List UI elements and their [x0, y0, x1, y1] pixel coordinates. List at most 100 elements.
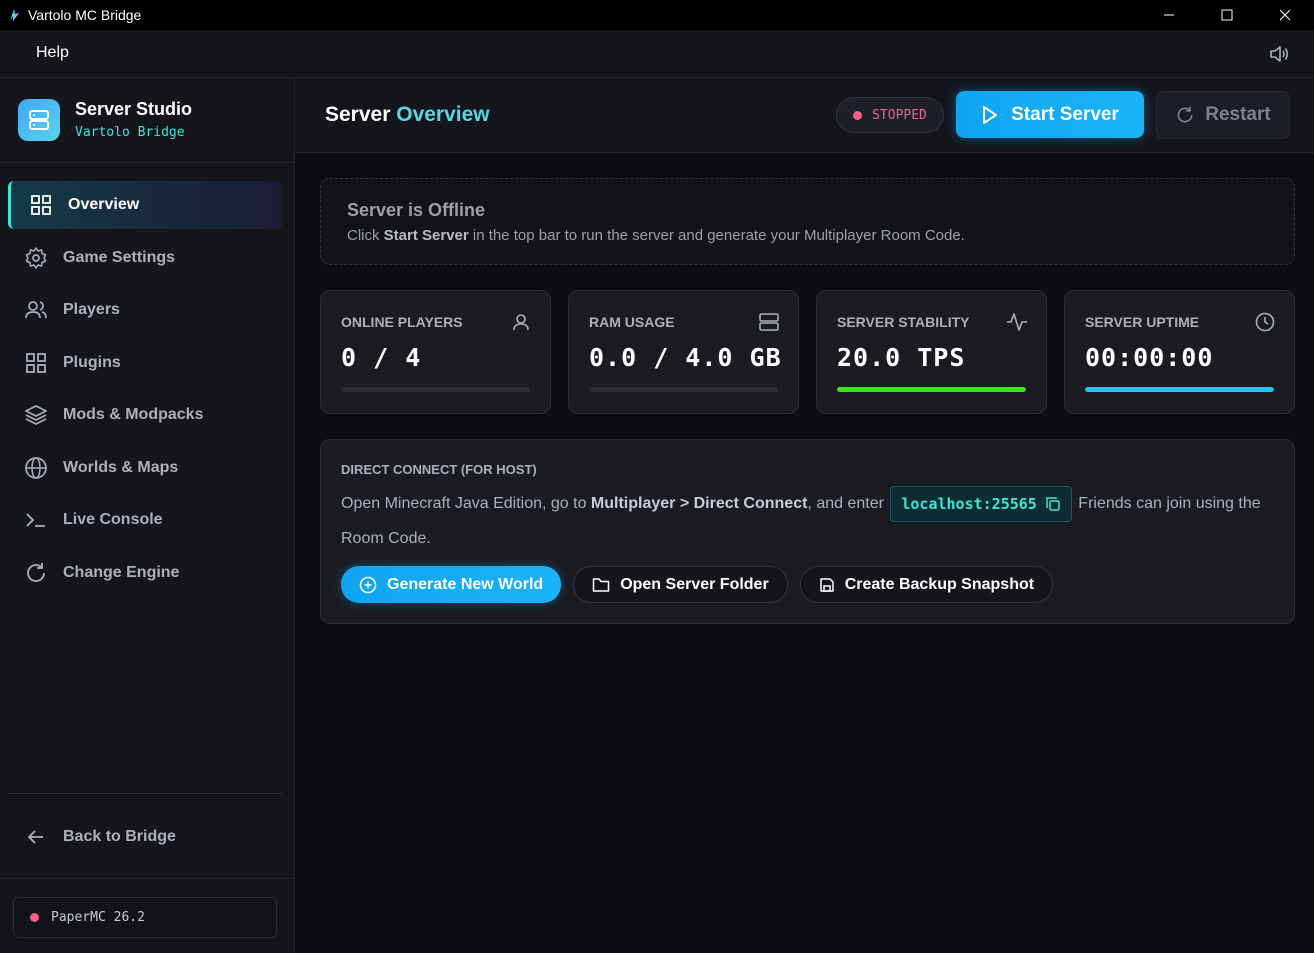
- stat-progress-bar: [837, 387, 1026, 392]
- sidebar: Server Studio Vartolo Bridge Overview Ga…: [0, 78, 295, 953]
- server-icon: [758, 311, 780, 333]
- offline-notice: Server is Offline Click Start Server in …: [320, 178, 1295, 265]
- sidebar-item-label: Change Engine: [63, 563, 180, 581]
- stats-row: ONLINE PLAYERS 0 / 4 RAM USAGE 0.0 / 4.0…: [320, 290, 1295, 414]
- server-address-chip[interactable]: localhost:25565: [890, 486, 1072, 522]
- stat-value: 0 / 4: [341, 343, 422, 372]
- terminal-icon: [24, 508, 48, 532]
- stat-label: ONLINE PLAYERS: [341, 314, 463, 330]
- user-icon: [510, 311, 532, 333]
- brand-header: Server Studio Vartolo Bridge: [0, 78, 294, 163]
- sidebar-item-game-settings[interactable]: Game Settings: [8, 234, 282, 282]
- volume-icon[interactable]: [1268, 44, 1290, 64]
- stat-progress-bar: [1085, 387, 1274, 392]
- sidebar-item-mods[interactable]: Mods & Modpacks: [8, 391, 282, 439]
- direct-connect-panel: DIRECT CONNECT (FOR HOST) Open Minecraft…: [320, 439, 1295, 624]
- copy-icon[interactable]: [1045, 496, 1061, 512]
- plus-circle-icon: [359, 576, 377, 594]
- sidebar-item-label: Plugins: [63, 353, 121, 371]
- start-server-button[interactable]: Start Server: [956, 91, 1144, 138]
- stat-value: 00:00:00: [1085, 343, 1214, 372]
- sidebar-divider: [8, 793, 282, 794]
- server-logo-icon: [18, 99, 60, 141]
- restart-button[interactable]: Restart: [1156, 91, 1290, 139]
- globe-icon: [24, 456, 48, 480]
- folder-icon: [592, 577, 610, 593]
- save-icon: [819, 577, 835, 593]
- minimize-icon: [1164, 14, 1174, 16]
- arrow-left-icon: [24, 825, 48, 849]
- maximize-button[interactable]: [1198, 0, 1256, 30]
- direct-text-bold: Multiplayer > Direct Connect: [590, 495, 808, 513]
- stat-label: RAM USAGE: [589, 314, 675, 330]
- engine-status-dot: [30, 913, 39, 922]
- status-dot: [853, 110, 863, 120]
- stat-progress-bar: [589, 387, 778, 392]
- sidebar-item-label: Worlds & Maps: [63, 458, 179, 476]
- engine-footer: PaperMC 26.2: [0, 878, 294, 953]
- direct-connect-text: Open Minecraft Java Edition, go to Multi…: [341, 486, 1271, 555]
- back-label: Back to Bridge: [63, 828, 176, 845]
- direct-text-2: , and enter: [807, 495, 884, 513]
- layers-icon: [24, 403, 48, 427]
- create-backup-button[interactable]: Create Backup Snapshot: [799, 566, 1054, 603]
- back-to-bridge-button[interactable]: Back to Bridge: [8, 813, 282, 861]
- engine-badge[interactable]: PaperMC 26.2: [13, 897, 277, 938]
- offline-desc-bold: Start Server: [383, 227, 469, 244]
- sidebar-item-players[interactable]: Players: [8, 286, 282, 334]
- open-folder-button[interactable]: Open Server Folder: [573, 566, 788, 603]
- generate-world-button[interactable]: Generate New World: [341, 566, 562, 603]
- grid-icon: [24, 351, 48, 375]
- direct-text-1: Open Minecraft Java Edition, go to: [341, 495, 587, 513]
- start-server-label: Start Server: [1011, 103, 1119, 125]
- close-button[interactable]: [1256, 0, 1314, 30]
- sidebar-item-plugins[interactable]: Plugins: [8, 339, 282, 387]
- offline-desc-after: in the top bar to run the server and gen…: [472, 227, 965, 244]
- page-title: Server Overview: [325, 103, 490, 127]
- sidebar-item-label: Mods & Modpacks: [63, 406, 204, 423]
- status-badge: STOPPED: [836, 97, 944, 133]
- sidebar-item-change-engine[interactable]: Change Engine: [8, 549, 282, 597]
- stat-value: 0.0 / 4.0 GB: [589, 343, 782, 372]
- open-folder-label: Open Server Folder: [620, 575, 769, 593]
- app-logo-icon: [6, 7, 22, 23]
- refresh-icon: [1175, 105, 1195, 125]
- sidebar-item-overview[interactable]: Overview: [8, 181, 282, 229]
- users-icon: [24, 298, 48, 322]
- stat-label: SERVER STABILITY: [837, 314, 970, 330]
- activity-icon: [1006, 311, 1028, 333]
- create-backup-label: Create Backup Snapshot: [844, 575, 1035, 593]
- status-text: STOPPED: [872, 107, 927, 123]
- stat-card-online-players: ONLINE PLAYERS 0 / 4: [320, 290, 551, 414]
- sidebar-item-label: Players: [63, 301, 120, 318]
- sidebar-nav: Overview Game Settings Players Plugins M…: [8, 181, 282, 601]
- offline-desc-before: Click: [347, 227, 380, 244]
- generate-world-label: Generate New World: [387, 575, 544, 593]
- page-title-prefix: Server: [325, 103, 391, 126]
- offline-title: Server is Offline: [347, 200, 486, 220]
- sidebar-item-worlds[interactable]: Worlds & Maps: [8, 444, 282, 492]
- gear-icon: [24, 246, 48, 270]
- stat-progress-bar: [341, 387, 530, 392]
- grid-icon: [29, 193, 53, 217]
- sidebar-item-label: Overview: [68, 196, 140, 213]
- page-header: Server Overview STOPPED Start Server Res…: [295, 78, 1314, 153]
- page-title-accent: Overview: [396, 103, 490, 126]
- stat-progress-fill: [1085, 387, 1274, 392]
- sidebar-item-label: Live Console: [63, 511, 163, 528]
- stat-card-server-stability: SERVER STABILITY 20.0 TPS: [816, 290, 1047, 414]
- offline-description: Click Start Server in the top bar to run…: [347, 227, 965, 244]
- stat-progress-fill: [837, 387, 1026, 392]
- close-icon: [1279, 9, 1291, 21]
- window-titlebar: Vartolo MC Bridge: [0, 0, 1314, 30]
- menu-help[interactable]: Help: [36, 44, 69, 62]
- maximize-icon: [1221, 9, 1233, 21]
- stat-label: SERVER UPTIME: [1085, 314, 1200, 330]
- stat-card-server-uptime: SERVER UPTIME 00:00:00: [1064, 290, 1295, 414]
- sidebar-item-console[interactable]: Live Console: [8, 496, 282, 544]
- menu-bar: Help: [0, 30, 1314, 78]
- brand-title: Server Studio: [75, 99, 193, 119]
- direct-connect-heading: DIRECT CONNECT (FOR HOST): [341, 462, 537, 477]
- stat-value: 20.0 TPS: [837, 343, 966, 372]
- minimize-button[interactable]: [1140, 0, 1198, 30]
